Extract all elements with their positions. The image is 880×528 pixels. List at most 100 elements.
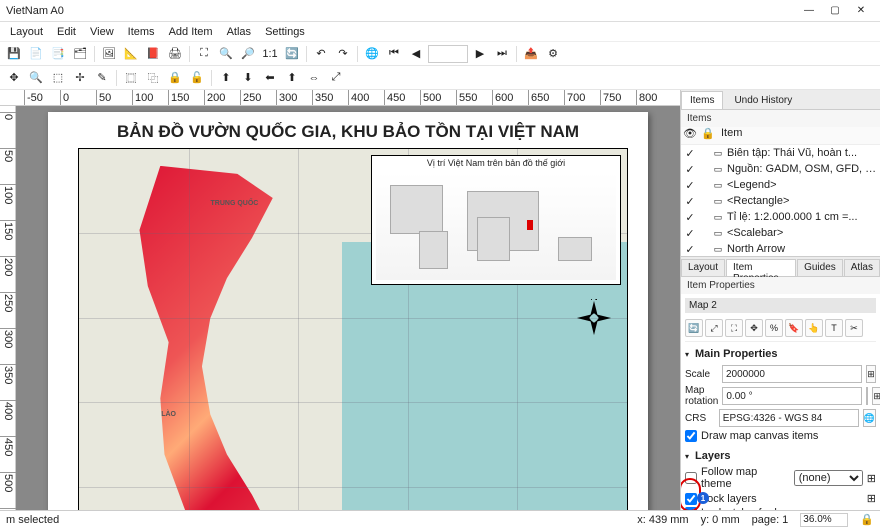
zoom-full-icon[interactable]: ⛶	[194, 44, 214, 64]
edit-nodes-icon[interactable]: ✎	[92, 68, 112, 88]
inset-title: Vị trí Việt Nam trên bản đồ thế giới	[372, 158, 620, 168]
minimize-icon[interactable]: —	[796, 2, 822, 20]
align-left-icon[interactable]: ⬅	[260, 68, 280, 88]
rotation-spinner[interactable]	[866, 387, 868, 405]
lower-icon[interactable]: ⬇	[238, 68, 258, 88]
export-svg-icon[interactable]: 📐	[121, 44, 141, 64]
atlas-first-icon[interactable]: ⏮	[384, 44, 404, 64]
tab-undo-history[interactable]: Undo History	[725, 91, 801, 109]
atlas-settings-icon[interactable]: ⚙	[543, 44, 563, 64]
bookmark-icon[interactable]: 🔖	[785, 319, 803, 337]
lock-icon[interactable]: 🔒	[165, 68, 185, 88]
map-inset-world[interactable]: Vị trí Việt Nam trên bản đồ thế giới	[371, 155, 621, 285]
draw-canvas-checkbox[interactable]	[685, 430, 697, 442]
canvas-viewport[interactable]: BẢN ĐỒ VƯỜN QUỐC GIA, KHU BẢO TỒN TẠI VI…	[16, 106, 680, 510]
layout-page[interactable]: BẢN ĐỒ VƯỜN QUỐC GIA, KHU BẢO TỒN TẠI VI…	[48, 112, 648, 510]
move-content-icon[interactable]: ✢	[70, 68, 90, 88]
atlas-prev-icon[interactable]: ◀	[406, 44, 426, 64]
raise-icon[interactable]: ⬆	[216, 68, 236, 88]
undo-icon[interactable]: ↶	[311, 44, 331, 64]
export-image-icon[interactable]: 🖼	[99, 44, 119, 64]
crs-input[interactable]	[719, 409, 859, 427]
menu-edit[interactable]: Edit	[51, 24, 82, 40]
map-frame-main[interactable]: TRUNG QUỐC LÀO Vị trí Việt Nam trên bản …	[78, 148, 628, 510]
status-x: 439 mm	[649, 514, 689, 526]
item-row[interactable]: ✓▭<Legend>	[681, 177, 880, 193]
menu-layout[interactable]: Layout	[4, 24, 49, 40]
interactive-icon[interactable]: 👆	[805, 319, 823, 337]
zoom-in-icon[interactable]: 🔍	[216, 44, 236, 64]
items-panel-title: Items	[681, 110, 880, 127]
menu-settings[interactable]: Settings	[259, 24, 311, 40]
select-icon[interactable]: ⬚	[48, 68, 68, 88]
new-layout-icon[interactable]: 📄	[26, 44, 46, 64]
item-row[interactable]: ✓▭North Arrow	[681, 241, 880, 257]
ptab-layout[interactable]: Layout	[681, 259, 725, 276]
print-icon[interactable]: 🖨	[165, 44, 185, 64]
layout-manager-icon[interactable]: 🗂	[70, 44, 90, 64]
update-preview-icon[interactable]: 🔄	[685, 319, 703, 337]
scale-override-icon[interactable]: ⊞	[866, 365, 876, 383]
rotation-override-icon[interactable]: ⊞	[872, 387, 880, 405]
unlock-icon[interactable]: 🔓	[187, 68, 207, 88]
item-row[interactable]: ✓▭<Scalebar>	[681, 225, 880, 241]
zoom-100-icon[interactable]: 1:1	[260, 44, 280, 64]
duplicate-icon[interactable]: 📑	[48, 44, 68, 64]
window-title: VietNam A0	[6, 5, 796, 17]
distribute-icon[interactable]: ⇔	[304, 68, 324, 88]
ptab-atlas[interactable]: Atlas	[844, 259, 880, 276]
zoom-out-icon[interactable]: 🔎	[238, 44, 258, 64]
annotation-badge-1: 1	[697, 492, 709, 504]
lock-styles-checkbox[interactable]	[685, 507, 697, 510]
maximize-icon[interactable]: ▢	[822, 2, 848, 20]
redo-icon[interactable]: ↷	[333, 44, 353, 64]
menu-add-item[interactable]: Add Item	[163, 24, 219, 40]
export-pdf-icon[interactable]: 📕	[143, 44, 163, 64]
item-row[interactable]: ✓▭Nguồn: GADM, OSM, GFD, WL...	[681, 161, 880, 177]
prop-subtitle: Map 2	[685, 298, 876, 313]
theme-select[interactable]: (none)	[794, 470, 863, 486]
save-icon[interactable]: 💾	[4, 44, 24, 64]
atlas-last-icon[interactable]: ⏭	[492, 44, 512, 64]
zoom-tool-icon[interactable]: 🔍	[26, 68, 46, 88]
ptab-item-properties[interactable]: Item Properties	[726, 259, 796, 276]
status-bar: m selected x:439 mm y:0 mm page:1 🔒	[0, 510, 880, 528]
group-main-properties[interactable]: ▾Main Properties	[685, 346, 876, 362]
ptab-guides[interactable]: Guides	[797, 259, 843, 276]
view-extent-icon[interactable]: ⛶	[725, 319, 743, 337]
menu-atlas[interactable]: Atlas	[221, 24, 257, 40]
lock-layers-override-icon[interactable]: ⊞	[867, 492, 876, 505]
atlas-next-icon[interactable]: ▶	[470, 44, 490, 64]
menu-items[interactable]: Items	[122, 24, 161, 40]
labels-icon[interactable]: T	[825, 319, 843, 337]
crs-picker-icon[interactable]: 🌐	[863, 409, 876, 427]
move-extent-icon[interactable]: ✥	[745, 319, 763, 337]
close-icon[interactable]: ✕	[848, 2, 874, 20]
refresh-icon[interactable]: 🔄	[282, 44, 302, 64]
group-icon[interactable]: ⿴	[121, 68, 141, 88]
pan-icon[interactable]: ✥	[4, 68, 24, 88]
item-row[interactable]: ✓▭Tỉ lệ: 1:2.000.000 1 cm =...	[681, 209, 880, 225]
atlas-page-combo[interactable]	[428, 45, 468, 63]
rotation-input[interactable]	[722, 387, 862, 405]
atlas-export-icon[interactable]: 📤	[521, 44, 541, 64]
lock-layers-checkbox[interactable]	[685, 493, 697, 505]
north-arrow-icon[interactable]: N	[575, 299, 613, 337]
atlas-preview-icon[interactable]: 🌐	[362, 44, 382, 64]
status-zoom[interactable]	[800, 513, 848, 527]
clip-icon[interactable]: ✂	[845, 319, 863, 337]
theme-override-icon[interactable]: ⊞	[867, 472, 876, 485]
align-top-icon[interactable]: ⬆	[282, 68, 302, 88]
tab-items[interactable]: Items	[681, 91, 723, 109]
item-row[interactable]: ✓▭Biên tập: Thái Vũ, hoàn t...	[681, 145, 880, 161]
scale-input[interactable]	[722, 365, 862, 383]
zoom-lock-icon[interactable]: 🔒	[860, 513, 874, 527]
ungroup-icon[interactable]: ⿻	[143, 68, 163, 88]
set-scale-icon[interactable]: %	[765, 319, 783, 337]
item-row[interactable]: ✓▭<Rectangle>	[681, 193, 880, 209]
set-to-canvas-icon[interactable]: ⤢	[705, 319, 723, 337]
follow-theme-checkbox[interactable]	[685, 472, 697, 484]
group-layers[interactable]: ▾Layers	[685, 448, 876, 464]
resize-icon[interactable]: ⤢	[326, 68, 346, 88]
menu-view[interactable]: View	[84, 24, 120, 40]
